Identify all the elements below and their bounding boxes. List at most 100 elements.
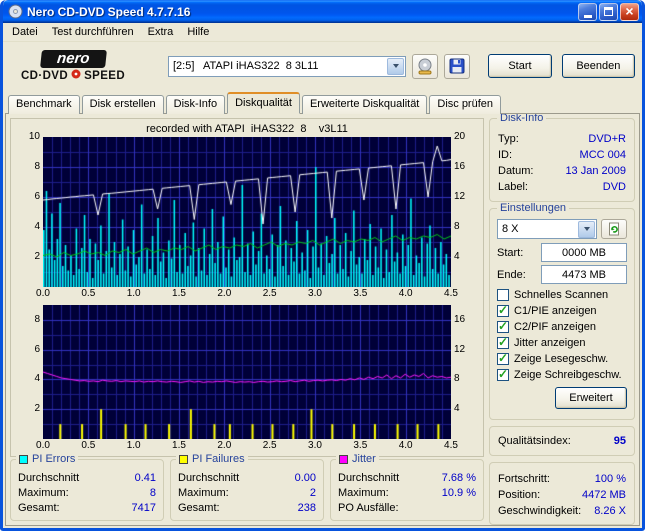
stat-label: PO Ausfälle: — [338, 501, 399, 514]
axis-tick-label: 4.0 — [398, 288, 413, 299]
stat-label: Durchschnitt — [178, 471, 240, 484]
window-title: Nero CD-DVD Speed 4.7.7.16 — [27, 4, 191, 19]
stats-group-pi-errors: PI Errors Durchschnitt 0.41 Maximum: 8 Gesamt… — [10, 453, 164, 521]
chart-column: recorded with ATAPI iHAS322 8 v3L11 2 4 6 8… — [10, 118, 484, 521]
axis-tick-label: 4 — [34, 221, 40, 232]
menu-item-test-durchf-hren[interactable]: Test durchführen — [45, 24, 141, 40]
quality-index-label: Qualitätsindex: — [498, 435, 571, 447]
tab-benchmark[interactable]: Benchmark — [8, 95, 80, 114]
checkbox-box[interactable]: ✓ — [497, 303, 509, 317]
nero-logo-text: nero — [39, 50, 107, 68]
progress-value: 4472 MB — [581, 489, 626, 501]
chart1-left-axis: 2 4 6 8 10 — [18, 131, 43, 287]
chevron-down-icon[interactable] — [387, 57, 404, 75]
disk-info-value: MCC 004 — [579, 149, 626, 161]
checkbox-schnelles-scannen[interactable]: Schnelles Scannen — [497, 287, 627, 303]
axis-tick-label: 16 — [454, 313, 466, 325]
checkbox-zeige-lesegeschw[interactable]: ✓ Zeige Lesegeschw. — [497, 351, 627, 367]
axis-tick-label: 1.5 — [172, 288, 186, 299]
menu-item-datei[interactable]: Datei — [5, 24, 45, 40]
start-label: Start: — [497, 246, 524, 259]
checkbox-label: C2/PIF anzeigen — [514, 321, 596, 333]
end-label: Ende: — [497, 268, 526, 281]
stat-label: Durchschnitt — [18, 471, 80, 484]
start-button[interactable]: Start — [488, 54, 552, 78]
checkbox-c1-pie-anzeigen[interactable]: ✓ C1/PIE anzeigen — [497, 303, 627, 319]
axis-tick-label: 2.5 — [262, 288, 277, 299]
stat-row-gesamt: Gesamt: 7417 — [18, 500, 156, 515]
checkbox-zeige-schreibgeschw[interactable]: ✓ Zeige Schreibgeschw. — [497, 367, 627, 383]
tab-diskqualit-t[interactable]: Diskqualität — [227, 92, 300, 114]
progress-label: Geschwindigkeit: — [498, 505, 582, 517]
axis-tick-label: 1.5 — [172, 440, 186, 451]
app-icon — [8, 4, 23, 19]
checkbox-c2-pif-anzeigen[interactable]: ✓ C2/PIF anzeigen — [497, 319, 627, 335]
speed-select[interactable]: 8 X — [497, 219, 597, 239]
axis-tick-label: 2 — [34, 403, 40, 415]
checkbox-label: Jitter anzeigen — [514, 337, 586, 349]
arrow-glyph — [392, 64, 399, 68]
axis-tick-label: 4.5 — [444, 288, 458, 299]
disc-hand-icon — [418, 58, 432, 74]
jitter-chart-canvas — [43, 305, 451, 439]
jitter-chart: 2 4 6 8 4 8 12 16 0.0 0.5 1.0 1.5 2.0 2.5 3.0 3.5 4.0 4… — [11, 305, 483, 452]
save-button[interactable] — [444, 53, 471, 79]
progress-row-fortschritt: Fortschritt: 100 % — [498, 471, 626, 487]
disk-info-value: 13 Jan 2009 — [565, 165, 626, 177]
axis-tick-label: 4.0 — [398, 440, 413, 451]
checkbox-box[interactable]: ✓ — [497, 335, 509, 349]
stat-row-maximum: Maximum: 2 — [178, 485, 316, 500]
stats-group-title-text: PI Errors — [32, 453, 76, 465]
tab-erweiterte-diskqualit-t[interactable]: Erweiterte Diskqualität — [301, 95, 428, 114]
disk-info-title: Disk-Info — [497, 114, 547, 124]
end-position-input[interactable] — [541, 265, 627, 284]
progress-label: Position: — [498, 489, 541, 501]
menu-item-hilfe[interactable]: Hilfe — [180, 24, 216, 40]
checkbox-box[interactable]: ✓ — [497, 319, 509, 333]
close-icon: × — [625, 3, 634, 19]
quit-button[interactable]: Beenden — [561, 54, 635, 78]
checkbox-list: Schnelles Scannen ✓ C1/PIE anzeigen ✓ C2/PIF… — [497, 287, 627, 383]
axis-tick-label: 0.0 — [36, 288, 50, 299]
stat-label: Maximum: — [18, 486, 69, 499]
title-bar[interactable]: Nero CD-DVD Speed 4.7.7.16 × — [3, 0, 642, 23]
stat-value: 238 — [297, 501, 316, 514]
chevron-down-icon[interactable] — [578, 220, 595, 238]
stat-value: 10.9 % — [441, 486, 476, 499]
checkbox-jitter-anzeigen[interactable]: ✓ Jitter anzeigen — [497, 335, 627, 351]
axis-tick-label: 3.0 — [308, 440, 322, 451]
progress-rows: Fortschritt: 100 % Position: 4472 MB Geschwi… — [498, 471, 626, 519]
advanced-button[interactable]: Erweitert — [555, 387, 627, 409]
logo-speed: SPEED — [84, 69, 126, 82]
drive-select[interactable]: [2:5] ATAPI iHAS322 8 3L11 — [168, 55, 406, 77]
checkbox-box[interactable] — [497, 289, 509, 301]
maximize-button[interactable] — [599, 2, 618, 21]
checkbox-label: C1/PIE anzeigen — [514, 305, 597, 317]
menu-item-extra[interactable]: Extra — [141, 24, 181, 40]
checkbox-box[interactable]: ✓ — [497, 367, 509, 381]
disk-info-row-typ: Typ: DVD+R — [498, 131, 626, 147]
axis-tick-label: 8 — [454, 373, 460, 385]
eject-disc-button[interactable] — [412, 53, 439, 79]
refresh-button[interactable] — [601, 219, 627, 239]
stat-row-maximum: Maximum: 10.9 % — [338, 485, 476, 500]
disk-info-label: Typ: — [498, 133, 519, 145]
stat-label: Gesamt: — [178, 501, 220, 514]
disk-info-label: ID: — [498, 149, 513, 161]
stat-row-durchschnitt: Durchschnitt 7.68 % — [338, 470, 476, 485]
checkbox-box[interactable]: ✓ — [497, 351, 509, 365]
stat-row-maximum: Maximum: 8 — [18, 485, 156, 500]
stat-label: Maximum: — [338, 486, 389, 499]
quality-index-row: Qualitätsindex: 95 — [498, 433, 626, 449]
minimize-button[interactable] — [578, 2, 597, 21]
start-position-input[interactable] — [541, 243, 627, 262]
chart2-x-axis: 0.0 0.5 1.0 1.5 2.0 2.5 3.0 3.5 4.0 4.5 — [36, 439, 458, 452]
tab-disc-pr-fen[interactable]: Disc prüfen — [429, 95, 502, 114]
close-button[interactable]: × — [620, 2, 639, 21]
axis-tick-label: 3.0 — [308, 288, 322, 299]
tab-disk-info[interactable]: Disk-Info — [165, 95, 226, 114]
tab-disk-erstellen[interactable]: Disk erstellen — [81, 95, 164, 114]
axis-tick-label: 1.0 — [126, 440, 141, 451]
menu-bar: Datei Test durchführen Extra Hilfe — [3, 23, 642, 42]
stats-group-title-text: PI Failures — [192, 453, 245, 465]
